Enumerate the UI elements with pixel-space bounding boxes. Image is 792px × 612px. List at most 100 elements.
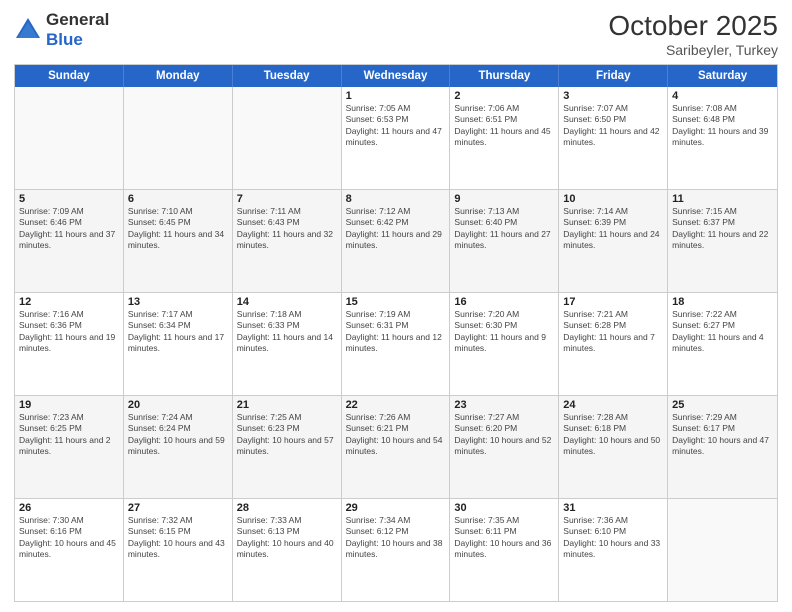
header: General Blue October 2025 Saribeyler, Tu… (14, 10, 778, 58)
calendar-cell-empty-0-1 (124, 87, 233, 189)
calendar-cell-10: 10Sunrise: 7:14 AMSunset: 6:39 PMDayligh… (559, 190, 668, 292)
title-block: October 2025 Saribeyler, Turkey (608, 10, 778, 58)
calendar-cell-28: 28Sunrise: 7:33 AMSunset: 6:13 PMDayligh… (233, 499, 342, 601)
calendar-cell-16: 16Sunrise: 7:20 AMSunset: 6:30 PMDayligh… (450, 293, 559, 395)
cell-day-number: 3 (563, 90, 663, 102)
cell-info-text: Sunrise: 7:23 AMSunset: 6:25 PMDaylight:… (19, 412, 119, 458)
calendar-cell-25: 25Sunrise: 7:29 AMSunset: 6:17 PMDayligh… (668, 396, 777, 498)
calendar-cell-3: 3Sunrise: 7:07 AMSunset: 6:50 PMDaylight… (559, 87, 668, 189)
cell-info-text: Sunrise: 7:11 AMSunset: 6:43 PMDaylight:… (237, 206, 337, 252)
calendar-cell-4: 4Sunrise: 7:08 AMSunset: 6:48 PMDaylight… (668, 87, 777, 189)
calendar-cell-11: 11Sunrise: 7:15 AMSunset: 6:37 PMDayligh… (668, 190, 777, 292)
calendar-cell-29: 29Sunrise: 7:34 AMSunset: 6:12 PMDayligh… (342, 499, 451, 601)
calendar-cell-15: 15Sunrise: 7:19 AMSunset: 6:31 PMDayligh… (342, 293, 451, 395)
cell-day-number: 28 (237, 502, 337, 514)
cell-day-number: 27 (128, 502, 228, 514)
cell-day-number: 30 (454, 502, 554, 514)
calendar-cell-21: 21Sunrise: 7:25 AMSunset: 6:23 PMDayligh… (233, 396, 342, 498)
cell-info-text: Sunrise: 7:35 AMSunset: 6:11 PMDaylight:… (454, 515, 554, 561)
logo-general: General (46, 10, 109, 30)
cell-info-text: Sunrise: 7:25 AMSunset: 6:23 PMDaylight:… (237, 412, 337, 458)
calendar-cell-2: 2Sunrise: 7:06 AMSunset: 6:51 PMDaylight… (450, 87, 559, 189)
calendar-page: General Blue October 2025 Saribeyler, Tu… (0, 0, 792, 612)
cell-info-text: Sunrise: 7:16 AMSunset: 6:36 PMDaylight:… (19, 309, 119, 355)
cell-day-number: 7 (237, 193, 337, 205)
calendar-header-row: SundayMondayTuesdayWednesdayThursdayFrid… (15, 65, 777, 87)
cell-info-text: Sunrise: 7:09 AMSunset: 6:46 PMDaylight:… (19, 206, 119, 252)
logo-text: General Blue (46, 10, 109, 49)
cell-info-text: Sunrise: 7:26 AMSunset: 6:21 PMDaylight:… (346, 412, 446, 458)
cell-day-number: 1 (346, 90, 446, 102)
month-year: October 2025 (608, 10, 778, 42)
cell-day-number: 21 (237, 399, 337, 411)
cell-day-number: 26 (19, 502, 119, 514)
cell-info-text: Sunrise: 7:07 AMSunset: 6:50 PMDaylight:… (563, 103, 663, 149)
cell-day-number: 16 (454, 296, 554, 308)
cell-info-text: Sunrise: 7:19 AMSunset: 6:31 PMDaylight:… (346, 309, 446, 355)
cell-info-text: Sunrise: 7:14 AMSunset: 6:39 PMDaylight:… (563, 206, 663, 252)
calendar-cell-26: 26Sunrise: 7:30 AMSunset: 6:16 PMDayligh… (15, 499, 124, 601)
cell-day-number: 18 (672, 296, 773, 308)
cell-day-number: 29 (346, 502, 446, 514)
calendar: SundayMondayTuesdayWednesdayThursdayFrid… (14, 64, 778, 602)
cell-info-text: Sunrise: 7:28 AMSunset: 6:18 PMDaylight:… (563, 412, 663, 458)
calendar-body: 1Sunrise: 7:05 AMSunset: 6:53 PMDaylight… (15, 87, 777, 601)
cell-day-number: 17 (563, 296, 663, 308)
logo-blue: Blue (46, 30, 109, 50)
cell-day-number: 15 (346, 296, 446, 308)
logo: General Blue (14, 10, 109, 49)
weekday-header-wednesday: Wednesday (342, 65, 451, 87)
calendar-cell-6: 6Sunrise: 7:10 AMSunset: 6:45 PMDaylight… (124, 190, 233, 292)
calendar-cell-1: 1Sunrise: 7:05 AMSunset: 6:53 PMDaylight… (342, 87, 451, 189)
calendar-cell-7: 7Sunrise: 7:11 AMSunset: 6:43 PMDaylight… (233, 190, 342, 292)
cell-info-text: Sunrise: 7:06 AMSunset: 6:51 PMDaylight:… (454, 103, 554, 149)
calendar-cell-8: 8Sunrise: 7:12 AMSunset: 6:42 PMDaylight… (342, 190, 451, 292)
calendar-row-1: 1Sunrise: 7:05 AMSunset: 6:53 PMDaylight… (15, 87, 777, 189)
cell-info-text: Sunrise: 7:34 AMSunset: 6:12 PMDaylight:… (346, 515, 446, 561)
cell-day-number: 12 (19, 296, 119, 308)
cell-day-number: 6 (128, 193, 228, 205)
cell-day-number: 20 (128, 399, 228, 411)
cell-day-number: 23 (454, 399, 554, 411)
cell-info-text: Sunrise: 7:13 AMSunset: 6:40 PMDaylight:… (454, 206, 554, 252)
calendar-cell-empty-0-2 (233, 87, 342, 189)
calendar-row-3: 12Sunrise: 7:16 AMSunset: 6:36 PMDayligh… (15, 292, 777, 395)
calendar-row-5: 26Sunrise: 7:30 AMSunset: 6:16 PMDayligh… (15, 498, 777, 601)
location: Saribeyler, Turkey (608, 42, 778, 58)
cell-info-text: Sunrise: 7:30 AMSunset: 6:16 PMDaylight:… (19, 515, 119, 561)
weekday-header-sunday: Sunday (15, 65, 124, 87)
calendar-cell-12: 12Sunrise: 7:16 AMSunset: 6:36 PMDayligh… (15, 293, 124, 395)
cell-day-number: 14 (237, 296, 337, 308)
cell-info-text: Sunrise: 7:33 AMSunset: 6:13 PMDaylight:… (237, 515, 337, 561)
weekday-header-monday: Monday (124, 65, 233, 87)
calendar-row-4: 19Sunrise: 7:23 AMSunset: 6:25 PMDayligh… (15, 395, 777, 498)
cell-info-text: Sunrise: 7:20 AMSunset: 6:30 PMDaylight:… (454, 309, 554, 355)
calendar-cell-13: 13Sunrise: 7:17 AMSunset: 6:34 PMDayligh… (124, 293, 233, 395)
cell-day-number: 10 (563, 193, 663, 205)
cell-info-text: Sunrise: 7:12 AMSunset: 6:42 PMDaylight:… (346, 206, 446, 252)
cell-info-text: Sunrise: 7:22 AMSunset: 6:27 PMDaylight:… (672, 309, 773, 355)
cell-day-number: 9 (454, 193, 554, 205)
weekday-header-tuesday: Tuesday (233, 65, 342, 87)
cell-info-text: Sunrise: 7:10 AMSunset: 6:45 PMDaylight:… (128, 206, 228, 252)
cell-info-text: Sunrise: 7:24 AMSunset: 6:24 PMDaylight:… (128, 412, 228, 458)
cell-day-number: 11 (672, 193, 773, 205)
cell-day-number: 2 (454, 90, 554, 102)
weekday-header-saturday: Saturday (668, 65, 777, 87)
calendar-cell-23: 23Sunrise: 7:27 AMSunset: 6:20 PMDayligh… (450, 396, 559, 498)
cell-info-text: Sunrise: 7:27 AMSunset: 6:20 PMDaylight:… (454, 412, 554, 458)
calendar-cell-24: 24Sunrise: 7:28 AMSunset: 6:18 PMDayligh… (559, 396, 668, 498)
cell-day-number: 25 (672, 399, 773, 411)
cell-info-text: Sunrise: 7:08 AMSunset: 6:48 PMDaylight:… (672, 103, 773, 149)
calendar-cell-5: 5Sunrise: 7:09 AMSunset: 6:46 PMDaylight… (15, 190, 124, 292)
cell-day-number: 22 (346, 399, 446, 411)
calendar-cell-9: 9Sunrise: 7:13 AMSunset: 6:40 PMDaylight… (450, 190, 559, 292)
cell-info-text: Sunrise: 7:29 AMSunset: 6:17 PMDaylight:… (672, 412, 773, 458)
weekday-header-friday: Friday (559, 65, 668, 87)
calendar-cell-18: 18Sunrise: 7:22 AMSunset: 6:27 PMDayligh… (668, 293, 777, 395)
weekday-header-thursday: Thursday (450, 65, 559, 87)
calendar-cell-27: 27Sunrise: 7:32 AMSunset: 6:15 PMDayligh… (124, 499, 233, 601)
cell-info-text: Sunrise: 7:15 AMSunset: 6:37 PMDaylight:… (672, 206, 773, 252)
calendar-cell-empty-4-6 (668, 499, 777, 601)
cell-info-text: Sunrise: 7:21 AMSunset: 6:28 PMDaylight:… (563, 309, 663, 355)
